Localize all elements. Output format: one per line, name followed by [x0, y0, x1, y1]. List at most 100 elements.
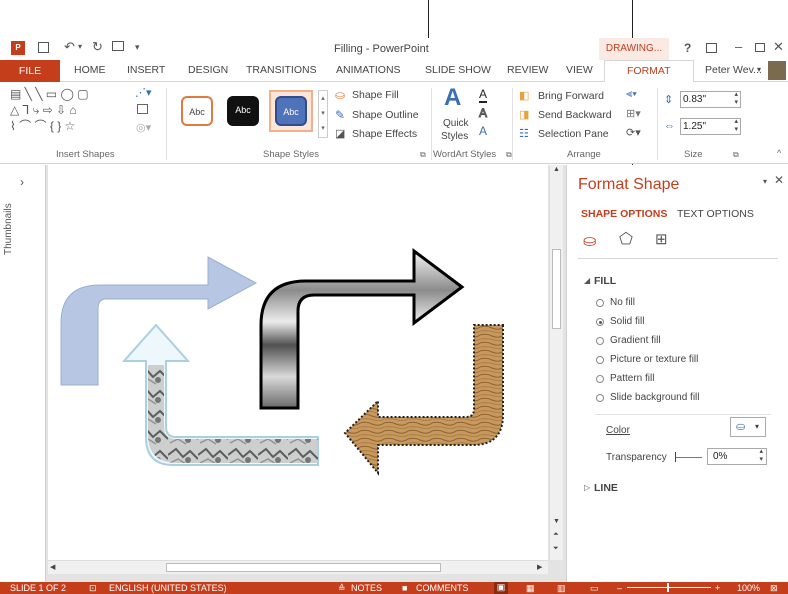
effects-icon[interactable]: ⬠ [619, 229, 633, 249]
spellcheck-icon[interactable]: ⊡ [89, 583, 97, 594]
language-indicator[interactable]: ENGLISH (UNITED STATES) [109, 583, 227, 593]
transparency-input[interactable]: 0% ▴ ▾ [707, 448, 767, 465]
size-launcher-icon[interactable]: ⧉ [733, 150, 739, 160]
merge-shapes-icon[interactable]: ◎▾ [136, 121, 151, 134]
shape-effects-button[interactable]: Shape Effects [352, 128, 417, 140]
transparency-spinner-icon[interactable]: ▴ ▾ [759, 448, 763, 464]
zoom-in-icon[interactable]: + [715, 583, 720, 593]
group-icon[interactable]: ⊞▾ [626, 107, 641, 120]
avatar[interactable] [768, 61, 786, 80]
radio-pattern-fill[interactable] [596, 375, 604, 383]
scroll-down-icon[interactable]: ▼ [553, 518, 560, 525]
tab-text-options[interactable]: TEXT OPTIONS [677, 208, 754, 220]
zoom-level[interactable]: 100% [737, 583, 760, 593]
quick-styles-icon[interactable]: A [444, 84, 461, 112]
radio-no-fill[interactable] [596, 299, 604, 307]
tab-transitions[interactable]: TRANSITIONS [246, 64, 317, 76]
user-dropdown-icon[interactable]: ▾ [757, 65, 761, 74]
option-gradient-fill[interactable]: Gradient fill [610, 335, 661, 346]
ribbon-display-icon[interactable] [706, 43, 717, 53]
maximize-button[interactable] [755, 43, 765, 52]
style-white[interactable]: Abc [181, 96, 213, 126]
tab-slide-show[interactable]: SLIDE SHOW [425, 64, 491, 76]
tab-shape-options[interactable]: SHAPE OPTIONS [581, 208, 667, 220]
bring-forward-button[interactable]: Bring Forward [538, 90, 604, 102]
redo-icon[interactable]: ↻ [92, 39, 103, 55]
selection-pane-button[interactable]: Selection Pane [538, 128, 609, 140]
customize-qat-icon[interactable]: ▾ [135, 42, 140, 53]
transparency-slider-thumb[interactable] [675, 452, 676, 462]
style-gallery-scroll[interactable]: ▴ ▾ ▾ [318, 90, 328, 138]
silver-bent-arrow[interactable] [259, 248, 465, 410]
slide[interactable] [48, 165, 548, 560]
quick-styles-line2[interactable]: Styles [441, 131, 468, 142]
option-solid-fill[interactable]: Solid fill [610, 316, 644, 327]
line-header[interactable]: LINE [594, 482, 618, 494]
width-input[interactable]: 1.25" ▴ ▾ [680, 118, 741, 135]
notes-button[interactable]: NOTES [351, 583, 382, 593]
slideshow-view-icon[interactable]: ▭ [590, 583, 599, 594]
fill-header[interactable]: FILL [594, 275, 616, 287]
slide-sorter-icon[interactable]: ▦ [526, 583, 535, 594]
collapse-ribbon-icon[interactable]: ^ [777, 148, 781, 158]
size-properties-icon[interactable]: ⊞ [655, 230, 668, 248]
horizontal-scrollbar[interactable]: ◀ ▶ [48, 560, 548, 574]
scroll-right-icon[interactable]: ▶ [537, 563, 542, 571]
radio-picture-fill[interactable] [596, 356, 604, 364]
vertical-scrollbar[interactable]: ▲ ▼ ⏶ ⏷ [549, 165, 563, 560]
tab-insert[interactable]: INSERT [127, 64, 165, 76]
option-no-fill[interactable]: No fill [610, 297, 635, 308]
zoom-slider-thumb[interactable] [667, 583, 669, 592]
tab-view[interactable]: VIEW [566, 64, 593, 76]
vertical-scroll-thumb[interactable] [552, 249, 561, 329]
normal-view-icon[interactable]: ▣ [494, 582, 508, 594]
pane-close-icon[interactable]: ✕ [774, 173, 784, 187]
pane-options-icon[interactable]: ▾ [763, 177, 767, 186]
thumbnails-pane[interactable]: › Thumbnails [0, 165, 46, 582]
comments-button[interactable]: COMMENTS [416, 583, 469, 593]
scroll-up-icon[interactable]: ▲ [553, 166, 560, 173]
user-name[interactable]: Peter Wev... [705, 64, 762, 76]
save-icon[interactable] [38, 42, 49, 53]
minimize-button[interactable]: – [735, 39, 742, 54]
shape-styles-launcher-icon[interactable]: ⧉ [420, 150, 426, 160]
transparency-slider[interactable] [675, 452, 702, 462]
present-icon[interactable] [112, 41, 124, 51]
style-black[interactable]: Abc [227, 96, 259, 126]
text-outline-icon[interactable]: A [478, 106, 487, 121]
tab-review[interactable]: REVIEW [507, 64, 548, 76]
tab-format[interactable]: FORMAT [604, 60, 694, 83]
wood-uturn-arrow[interactable] [343, 324, 504, 476]
quick-styles-line1[interactable]: Quick [443, 118, 469, 129]
option-pattern-fill[interactable]: Pattern fill [610, 373, 654, 384]
next-slide-icon[interactable]: ⏷ [553, 545, 559, 553]
text-fill-icon[interactable]: A [479, 87, 488, 103]
width-spinner-icon[interactable]: ▴ ▾ [734, 118, 738, 134]
text-effects-icon[interactable]: A [479, 124, 487, 138]
fill-collapse-icon[interactable]: ◢ [584, 276, 590, 285]
fit-slide-icon[interactable]: ⊠ [770, 583, 778, 594]
horizontal-scroll-thumb[interactable] [166, 563, 441, 572]
shapes-gallery[interactable]: ▤ ╲ ╲ ▭ ◯ ▢ △ ⅂ ⤷ ⇨ ⇩ ⌂ ⌇ ⌒ ⌒ { } ☆ [10, 86, 130, 142]
prev-slide-icon[interactable]: ⏶ [553, 531, 559, 539]
expand-thumbnails-icon[interactable]: › [20, 175, 24, 189]
undo-icon[interactable]: ↶ [64, 39, 75, 55]
close-button[interactable]: ✕ [773, 39, 784, 55]
shape-outline-button[interactable]: Shape Outline [352, 109, 419, 121]
color-picker-button[interactable]: ⛀ ▾ [730, 417, 766, 437]
shape-fill-button[interactable]: Shape Fill [352, 89, 399, 101]
tab-design[interactable]: DESIGN [188, 64, 228, 76]
tab-file[interactable]: FILE [0, 60, 60, 82]
scroll-left-icon[interactable]: ◀ [50, 563, 55, 571]
style-blue-selected[interactable]: Abc [269, 90, 313, 132]
radio-gradient-fill[interactable] [596, 337, 604, 345]
help-button[interactable]: ? [684, 41, 691, 55]
rotate-icon[interactable]: ⟳▾ [626, 126, 641, 139]
fill-line-icon[interactable]: ⛀ [583, 231, 596, 251]
tab-animations[interactable]: ANIMATIONS [336, 64, 401, 76]
zoom-slider[interactable] [627, 583, 711, 592]
height-spinner-icon[interactable]: ▴ ▾ [734, 91, 738, 107]
tab-home[interactable]: HOME [74, 64, 106, 76]
edit-shape-icon[interactable]: ⋰▾ [135, 86, 152, 99]
text-box-icon[interactable] [137, 104, 148, 114]
